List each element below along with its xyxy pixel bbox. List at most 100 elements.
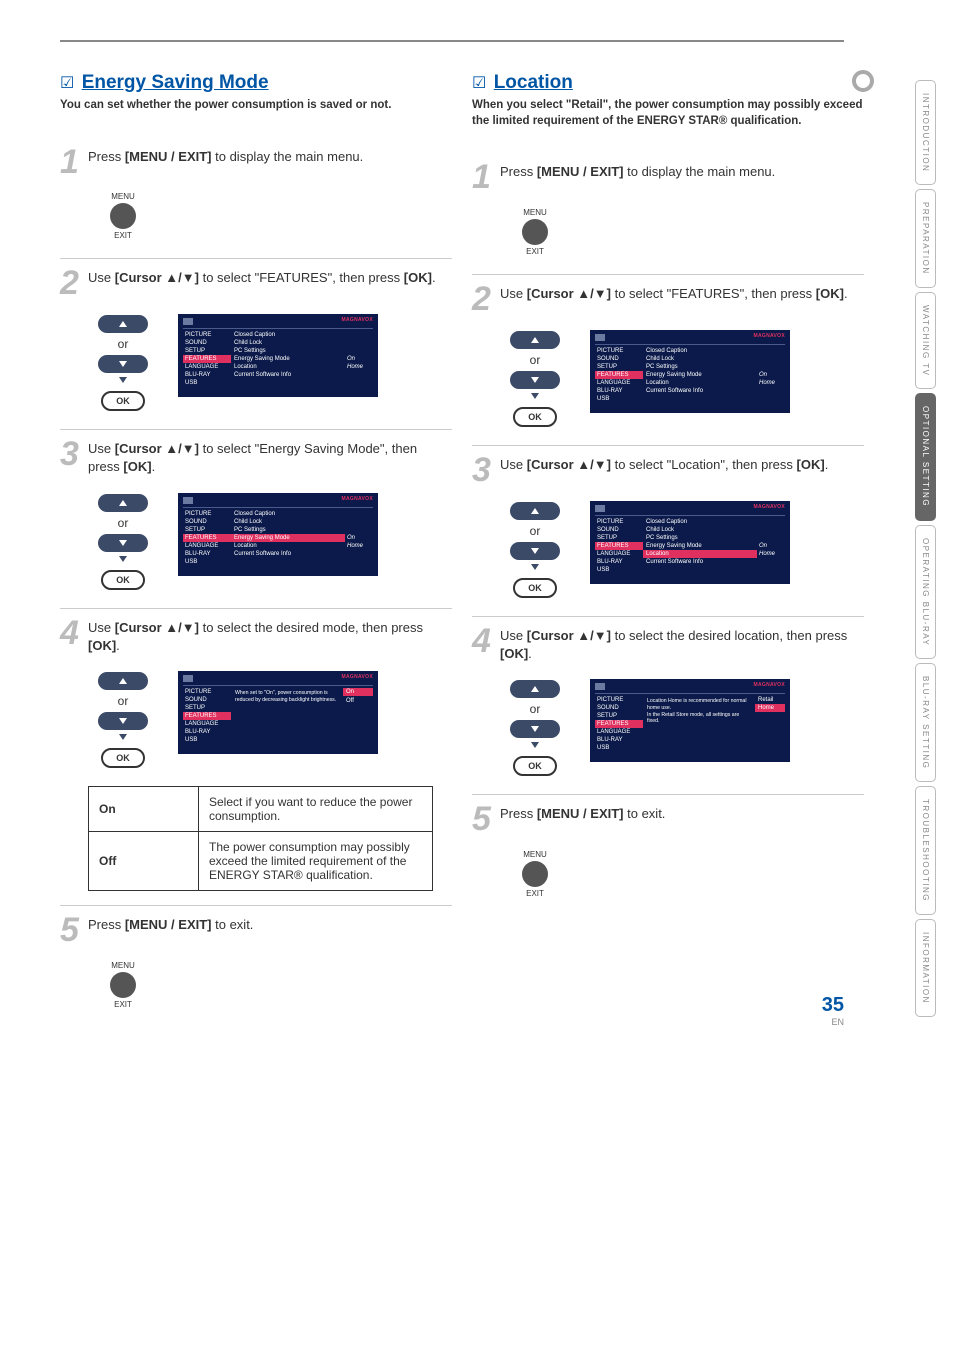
cursor-down-icon [510,542,560,560]
or-label: or [530,524,541,538]
osd-val: Home [345,542,373,550]
ok-button-icon: OK [101,570,145,590]
osd-val: Home [757,550,785,558]
left-step-2-body: or OK MAGNAVOX PICTUREClosed Caption SOU… [88,314,452,411]
step-text: Press [MENU / EXIT] to exit. [86,916,452,934]
tab-bluray-setting[interactable]: BLU-RAY SETTING [915,663,936,782]
checkbox-icon: ☑ [472,75,486,92]
flow-arrow-icon [530,741,540,752]
osd-side-item: BLU-RAY [183,550,231,558]
osd-esm-options: MAGNAVOX PICTURE SOUND SETUP FEATURES LA… [178,671,378,754]
ok-button-icon: OK [513,756,557,776]
right-step-5-body: MENU EXIT [500,850,864,898]
step-number: 3 [60,440,86,469]
osd-side-item: LANGUAGE [183,720,231,728]
tab-optional-setting[interactable]: OPTIONAL SETTING [915,393,936,520]
left-step-5: 5 Press [MENU / EXIT] to exit. [60,905,452,945]
brand-label: MAGNAVOX [342,674,373,680]
step-number: 2 [60,269,86,298]
osd-side-item: LANGUAGE [183,542,231,550]
or-label: or [118,337,129,351]
tab-operating-bluray[interactable]: OPERATING BLU-RAY [915,525,936,659]
table-value: The power consumption may possibly excee… [199,832,433,891]
tab-troubleshooting[interactable]: TROUBLESHOOTING [915,786,936,915]
osd-opt: Closed Caption [231,510,345,518]
osd-opt: Child Lock [643,355,757,363]
osd-features-menu: MAGNAVOX PICTUREClosed Caption SOUNDChil… [590,330,790,413]
osd-side-item: LANGUAGE [595,728,643,736]
right-step-1-body: MENU EXIT [500,208,864,256]
osd-val: Home [757,379,785,387]
left-title: Energy Saving Mode [82,72,269,93]
tab-introduction[interactable]: INTRODUCTION [915,80,936,185]
menu-label: MENU [111,961,135,970]
tab-watching-tv[interactable]: WATCHING TV [915,292,936,389]
brand-label: MAGNAVOX [754,682,785,688]
osd-side-item: PICTURE [595,696,643,704]
right-step-2: 2 Use [Cursor ▲/▼] to select "FEATURES",… [472,274,864,314]
osd-side-item: USB [183,736,231,744]
flow-arrow-icon [118,376,128,387]
osd-val: Off [343,697,373,705]
osd-side-item: LANGUAGE [595,379,643,387]
right-step-3-body: or OK MAGNAVOX PICTUREClosed Caption SOU… [500,501,864,598]
remote-cursor-ok: or OK [88,314,158,411]
osd-side-item: PICTURE [595,518,643,526]
exit-label: EXIT [526,247,544,256]
osd-opt: Child Lock [643,526,757,534]
flow-arrow-icon [530,563,540,574]
right-step-4: 4 Use [Cursor ▲/▼] to select the desired… [472,616,864,663]
tab-information[interactable]: INFORMATION [915,919,936,1017]
flow-arrow-icon [118,733,128,744]
remote-menu-exit: MENU EXIT [500,850,570,898]
right-step-3: 3 Use [Cursor ▲/▼] to select "Location",… [472,445,864,485]
brand-label: MAGNAVOX [342,496,373,502]
osd-side-item: SOUND [183,696,231,704]
osd-val: On [757,371,785,379]
osd-location-highlight: MAGNAVOX PICTUREClosed Caption SOUNDChil… [590,501,790,584]
step-text: Press [MENU / EXIT] to display the main … [498,163,864,181]
or-label: or [530,702,541,716]
table-key: Off [89,832,199,891]
osd-opt: PC Settings [643,363,757,371]
or-label: or [530,353,541,367]
remote-cursor-ok: or OK [88,671,158,768]
osd-side-item: SETUP [183,347,231,355]
step-text: Press [MENU / EXIT] to exit. [498,805,864,823]
osd-opt: Energy Saving Mode [643,371,757,379]
left-subhead: You can set whether the power consumptio… [60,98,452,114]
step-number: 5 [472,805,498,834]
step-text: Use [Cursor ▲/▼] to select "Energy Savin… [86,440,452,476]
cursor-down-icon [98,712,148,730]
osd-side-item-selected: FEATURES [183,355,231,363]
remote-cursor-ok: or OK [500,501,570,598]
osd-side-item: SETUP [183,704,231,712]
osd-side-item: USB [595,566,643,574]
left-step-1-body: MENU EXIT [88,192,452,240]
table-row: Off The power consumption may possibly e… [89,832,433,891]
right-column: ☑ Location When you select "Retail", the… [472,72,924,1027]
osd-side-item: SOUND [183,518,231,526]
tab-preparation[interactable]: PREPARATION [915,189,936,288]
osd-opt: Location [231,363,345,371]
cursor-down-icon [98,534,148,552]
ok-button-icon: OK [513,407,557,427]
osd-side-item: SETUP [595,712,643,720]
osd-val: On [757,542,785,550]
osd-opt: Current Software Info [643,558,757,566]
osd-help-text: Location Home is recommended for normal … [643,696,755,752]
osd-side-item: PICTURE [183,510,231,518]
osd-side-item: SOUND [183,339,231,347]
table-key: On [89,787,199,832]
osd-opt: Current Software Info [231,371,345,379]
osd-side-item: USB [595,395,643,403]
step-text: Use [Cursor ▲/▼] to select the desired m… [86,619,452,655]
osd-location-options: MAGNAVOX PICTURE SOUND SETUP FEATURES LA… [590,679,790,762]
right-step-2-body: or OK MAGNAVOX PICTUREClosed Caption SOU… [500,330,864,427]
flow-arrow-icon [530,392,540,403]
osd-side-item-selected: FEATURES [595,720,643,728]
osd-header-icon [183,318,193,325]
or-label: or [118,516,129,530]
cursor-up-icon [510,680,560,698]
cursor-up-icon [98,672,148,690]
